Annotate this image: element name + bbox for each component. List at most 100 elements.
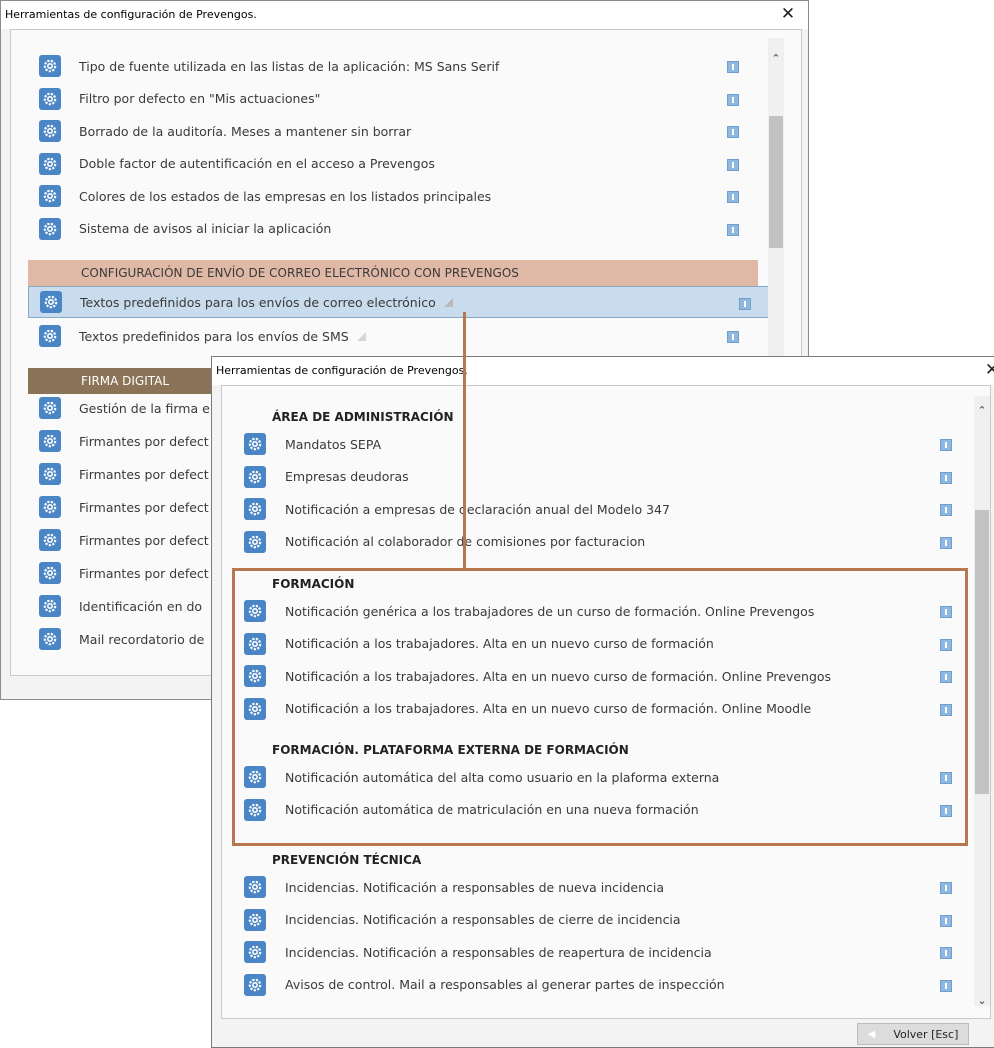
gear-icon[interactable] xyxy=(244,600,266,622)
info-icon[interactable] xyxy=(940,536,952,549)
info-icon[interactable] xyxy=(940,772,952,784)
gear-icon[interactable] xyxy=(39,397,61,419)
gear-icon[interactable] xyxy=(244,941,266,963)
list-item-selected[interactable]: Textos predefinidos para los envíos de c… xyxy=(28,286,769,318)
info-icon[interactable] xyxy=(727,158,739,171)
gear-icon[interactable] xyxy=(39,529,61,551)
gear-icon[interactable] xyxy=(244,766,266,788)
list-item[interactable]: Firmantes por defect xyxy=(11,425,211,457)
list-item-label: Identificación en do xyxy=(79,598,203,614)
list-item[interactable]: Notificación a los trabajadores. Alta en… xyxy=(222,628,967,660)
gear-icon[interactable] xyxy=(39,430,61,452)
info-icon[interactable] xyxy=(940,606,952,618)
list-item[interactable]: Mandatos SEPA xyxy=(222,428,967,460)
info-icon[interactable] xyxy=(940,439,952,451)
list-item[interactable]: Notificación genérica a los trabajadores… xyxy=(222,595,967,627)
list-item[interactable]: Notificación automática de matriculación… xyxy=(222,794,967,826)
gear-icon[interactable] xyxy=(39,325,61,347)
front-window-close-icon[interactable]: ✕ xyxy=(972,357,994,385)
list-item[interactable]: Notificación al colaborador de comisione… xyxy=(222,526,967,558)
list-item-label: Firmantes por defect xyxy=(79,499,209,515)
gear-icon[interactable] xyxy=(39,185,61,207)
list-item[interactable]: Tipo de fuente utilizada en las listas d… xyxy=(11,50,751,82)
list-item[interactable]: Firmantes por defect xyxy=(11,557,211,589)
list-item[interactable]: Textos predefinidos para los envíos de S… xyxy=(11,320,751,352)
gear-icon[interactable] xyxy=(39,152,61,175)
info-icon[interactable] xyxy=(940,804,952,817)
info-icon[interactable] xyxy=(739,298,751,310)
gear-icon[interactable] xyxy=(244,697,266,720)
list-item[interactable]: Incidencias. Notificación a responsables… xyxy=(222,904,967,936)
list-item-label: Notificación automática del alta como us… xyxy=(285,769,720,785)
list-item[interactable]: Filtro por defecto en "Mis actuaciones" xyxy=(11,83,751,115)
info-icon[interactable] xyxy=(940,914,952,927)
info-icon[interactable] xyxy=(727,331,739,343)
section-title: PREVENCIÓN TÉCNICA xyxy=(272,853,422,867)
info-icon[interactable] xyxy=(727,93,739,106)
gear-icon[interactable] xyxy=(40,291,62,313)
list-item[interactable]: Firmantes por defect xyxy=(11,524,211,556)
gear-icon[interactable] xyxy=(244,498,266,520)
gear-icon[interactable] xyxy=(244,908,266,931)
gear-icon[interactable] xyxy=(244,465,266,488)
back-window-close-icon[interactable]: ✕ xyxy=(768,1,808,29)
list-item[interactable]: Borrado de la auditoría. Meses a mantene… xyxy=(11,115,751,147)
back-scroll-up-icon[interactable]: ⌃ xyxy=(768,50,784,68)
info-icon[interactable] xyxy=(727,126,739,138)
gear-icon[interactable] xyxy=(244,433,266,455)
info-icon[interactable] xyxy=(940,638,952,651)
back-button[interactable]: ◀ Volver [Esc] xyxy=(857,1023,969,1045)
list-item[interactable]: Notificación a los trabajadores. Alta en… xyxy=(222,693,967,725)
info-icon[interactable] xyxy=(940,671,952,683)
list-item[interactable]: Mail recordatorio de xyxy=(11,623,211,655)
info-icon[interactable] xyxy=(940,703,952,716)
front-scroll-up-icon[interactable]: ⌃ xyxy=(974,402,990,420)
info-icon[interactable] xyxy=(727,61,739,73)
info-icon[interactable] xyxy=(940,882,952,894)
info-icon[interactable] xyxy=(940,947,952,959)
gear-icon[interactable] xyxy=(39,217,61,240)
gear-icon[interactable] xyxy=(39,595,61,617)
list-item[interactable]: Doble factor de autentificación en el ac… xyxy=(11,148,751,180)
gear-icon[interactable] xyxy=(244,530,266,553)
list-item[interactable]: Gestión de la firma e xyxy=(11,392,211,424)
info-icon[interactable] xyxy=(940,471,952,484)
list-item[interactable]: Colores de los estados de las empresas e… xyxy=(11,180,751,212)
info-icon[interactable] xyxy=(727,223,739,236)
list-item[interactable]: Notificación a empresas de declaración a… xyxy=(222,493,967,525)
email-config-section-header: CONFIGURACIÓN DE ENVÍO DE CORREO ELECTRÓ… xyxy=(28,260,758,286)
list-item[interactable]: Avisos de control. Mail a responsables a… xyxy=(222,969,967,1001)
back-button-label: Volver [Esc] xyxy=(893,1027,959,1041)
list-item-label: Firmantes por defect xyxy=(79,565,209,581)
front-scroll-thumb[interactable] xyxy=(975,510,989,794)
list-item[interactable]: Sistema de avisos al iniciar la aplicaci… xyxy=(11,213,751,245)
list-item[interactable]: Incidencias. Notificación a responsables… xyxy=(222,871,967,903)
gear-icon[interactable] xyxy=(39,55,61,77)
list-item[interactable]: Empresas deudoras xyxy=(222,461,967,493)
gear-icon[interactable] xyxy=(39,562,61,584)
front-scroll-down-icon[interactable]: ⌄ xyxy=(974,992,990,1010)
list-item[interactable]: Notificación a los trabajadores. Alta en… xyxy=(222,660,967,692)
gear-icon[interactable] xyxy=(244,876,266,898)
gear-icon[interactable] xyxy=(244,973,266,996)
gear-icon[interactable] xyxy=(244,632,266,655)
gear-icon[interactable] xyxy=(39,496,61,518)
info-icon[interactable] xyxy=(940,979,952,992)
gear-icon[interactable] xyxy=(39,628,61,650)
gear-icon[interactable] xyxy=(39,120,61,142)
section-title: FORMACIÓN. PLATAFORMA EXTERNA DE FORMACI… xyxy=(272,743,629,757)
info-icon[interactable] xyxy=(940,504,952,516)
back-window-titlebar: Herramientas de configuración de Preveng… xyxy=(1,1,808,29)
gear-icon[interactable] xyxy=(244,798,266,821)
info-icon[interactable] xyxy=(727,191,739,203)
list-item[interactable]: Firmantes por defect xyxy=(11,458,211,490)
gear-icon[interactable] xyxy=(244,665,266,687)
list-item[interactable]: Incidencias. Notificación a responsables… xyxy=(222,936,967,968)
list-item[interactable]: Firmantes por defect xyxy=(11,491,211,523)
list-item-label: Colores de los estados de las empresas e… xyxy=(79,188,492,204)
gear-icon[interactable] xyxy=(39,87,61,110)
gear-icon[interactable] xyxy=(39,463,61,485)
list-item[interactable]: Notificación automática del alta como us… xyxy=(222,761,967,793)
back-scroll-thumb[interactable] xyxy=(769,116,783,248)
list-item[interactable]: Identificación en do xyxy=(11,590,211,622)
